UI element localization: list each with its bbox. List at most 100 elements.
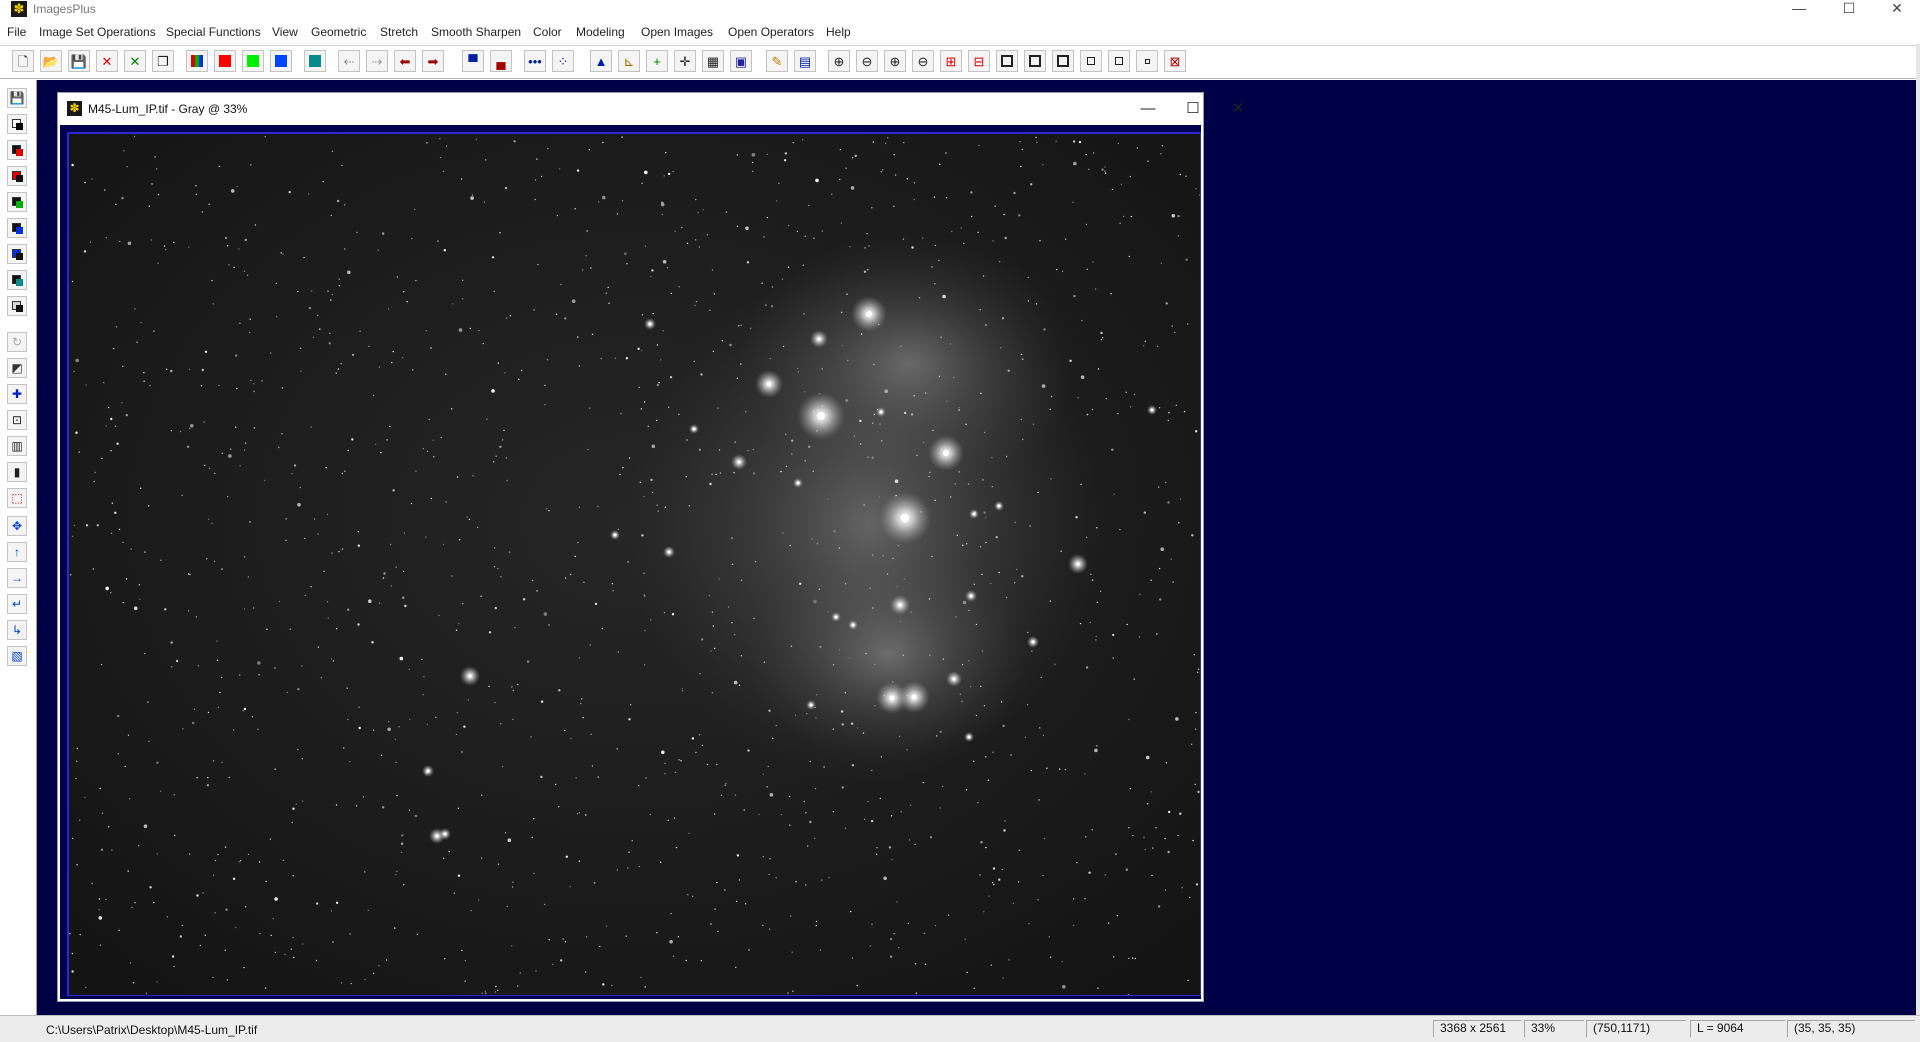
close-green-x-icon[interactable]: ✕: [124, 50, 146, 72]
workspace-scroll-edge[interactable]: [1916, 44, 1920, 1015]
image-maximize-button[interactable]: ☐: [1173, 97, 1213, 121]
star: [261, 380, 263, 382]
star: [154, 156, 156, 158]
zoom-in-icon[interactable]: ⊕: [828, 50, 850, 72]
crosshair-icon[interactable]: ✛: [674, 50, 696, 72]
star-plus-icon[interactable]: ✚: [7, 384, 27, 404]
image-window[interactable]: ✽ M45-Lum_IP.tif - Gray @ 33% — ☐ ✕: [57, 92, 1244, 1002]
box-tiny-icon[interactable]: [1136, 50, 1158, 72]
dots-line-icon[interactable]: •••: [524, 50, 546, 72]
image-close-button[interactable]: ✕: [1218, 97, 1258, 121]
save-all-icon[interactable]: 💾: [7, 88, 27, 108]
star: [1159, 598, 1162, 601]
star: [864, 247, 866, 249]
stack-bottom-icon[interactable]: ▄: [490, 50, 512, 72]
box-smaller-icon[interactable]: [1108, 50, 1130, 72]
star: [1175, 717, 1179, 721]
menu-view[interactable]: View: [272, 25, 298, 39]
rgb-channels-icon[interactable]: [186, 50, 208, 72]
gradient-icon[interactable]: ◩: [7, 358, 27, 378]
open-folder-icon[interactable]: 📂: [40, 50, 62, 72]
info-panel-icon[interactable]: ▧: [7, 646, 27, 666]
new-file-icon[interactable]: 🗋: [12, 50, 34, 72]
filter-panel-icon[interactable]: ▤: [794, 50, 816, 72]
frame-select-icon[interactable]: ⊡: [7, 410, 27, 430]
zoom-out-alt-icon[interactable]: ⊖: [912, 50, 934, 72]
menu-geometric[interactable]: Geometric: [311, 25, 366, 39]
teal-layer-icon[interactable]: [304, 50, 326, 72]
arrow-right-icon[interactable]: ➡: [422, 50, 444, 72]
box-medium-icon[interactable]: [1052, 50, 1074, 72]
app-minimize-button[interactable]: —: [1776, 0, 1822, 18]
green-channel-icon[interactable]: [242, 50, 264, 72]
blue-channel-icon[interactable]: [270, 50, 292, 72]
star: [160, 790, 162, 792]
swap-black-red-icon[interactable]: [7, 140, 27, 160]
box-large-alt-icon[interactable]: [1024, 50, 1046, 72]
add-point-icon[interactable]: +: [646, 50, 668, 72]
zoom-out-icon[interactable]: ⊖: [856, 50, 878, 72]
zoom-max-icon[interactable]: ⊞: [940, 50, 962, 72]
copy-images-icon[interactable]: ❐: [152, 50, 174, 72]
return-left-icon[interactable]: ↵: [7, 594, 27, 614]
zoom-min-icon[interactable]: ⊟: [968, 50, 990, 72]
menu-color[interactable]: Color: [533, 25, 562, 39]
swap-black-red2-icon[interactable]: [7, 166, 27, 186]
image-minimize-button[interactable]: —: [1128, 97, 1168, 121]
box-large-icon[interactable]: [996, 50, 1018, 72]
swap-black-blue-icon[interactable]: [7, 218, 27, 238]
red-channel-icon[interactable]: [214, 50, 236, 72]
crop-select-icon[interactable]: ⬚: [7, 488, 27, 508]
star: [993, 883, 995, 886]
menu-image-set-operations[interactable]: Image Set Operations: [39, 25, 156, 39]
arrow-left-icon[interactable]: ⬅: [394, 50, 416, 72]
menu-special-functions[interactable]: Special Functions: [166, 25, 261, 39]
app-close-button[interactable]: ✕: [1874, 0, 1920, 18]
dots-graph-icon[interactable]: ⁘: [552, 50, 574, 72]
curve-graph-icon[interactable]: ⊾: [618, 50, 640, 72]
arrow-right-blue-icon[interactable]: →: [7, 568, 27, 588]
app-maximize-button[interactable]: ☐: [1826, 0, 1872, 18]
arrow-right-light-icon[interactable]: ⇢: [366, 50, 388, 72]
grid-panel-icon[interactable]: ▦: [702, 50, 724, 72]
star: [975, 714, 978, 717]
star: [254, 224, 257, 226]
fit-window-icon[interactable]: ⊠: [1164, 50, 1186, 72]
menu-stretch[interactable]: Stretch: [380, 25, 418, 39]
pencil-icon[interactable]: ✎: [766, 50, 788, 72]
close-red-x-icon[interactable]: ✕: [96, 50, 118, 72]
star: [347, 449, 349, 452]
menu-open-images[interactable]: Open Images: [641, 25, 713, 39]
star: [832, 810, 835, 813]
menu-modeling[interactable]: Modeling: [576, 25, 625, 39]
menu-open-operators[interactable]: Open Operators: [728, 25, 814, 39]
star: [656, 419, 658, 422]
astro-image-canvas[interactable]: [69, 134, 1200, 995]
undo-disabled-icon[interactable]: ↻: [7, 332, 27, 352]
menu-file[interactable]: File: [7, 25, 26, 39]
swap-black-green-icon[interactable]: [7, 192, 27, 212]
swap-black-teal-icon[interactable]: [7, 270, 27, 290]
histogram-icon[interactable]: ▲: [590, 50, 612, 72]
black-bar-icon[interactable]: ▮: [7, 462, 27, 482]
palette-panel-icon[interactable]: ▣: [730, 50, 752, 72]
image-window-titlebar[interactable]: ✽ M45-Lum_IP.tif - Gray @ 33% — ☐ ✕: [58, 93, 1244, 125]
arrow-up-icon[interactable]: ↑: [7, 542, 27, 562]
menu-smooth-sharpen[interactable]: Smooth Sharpen: [431, 25, 521, 39]
star: [1117, 142, 1120, 145]
columns-icon[interactable]: ▥: [7, 436, 27, 456]
star: [171, 666, 173, 668]
swap-gray-black-icon[interactable]: [7, 296, 27, 316]
move-cross-icon[interactable]: ✥: [7, 516, 27, 536]
box-small-icon[interactable]: [1080, 50, 1102, 72]
swap-white-black-icon[interactable]: [7, 114, 27, 134]
return-down-icon[interactable]: ↳: [7, 620, 27, 640]
zoom-in-alt-icon[interactable]: ⊕: [884, 50, 906, 72]
star: [212, 976, 214, 979]
save-icon[interactable]: 💾: [68, 50, 90, 72]
menu-help[interactable]: Help: [826, 25, 851, 39]
star: [1144, 848, 1146, 851]
swap-blue-black-icon[interactable]: [7, 244, 27, 264]
stack-top-icon[interactable]: ▀: [462, 50, 484, 72]
arrow-left-light-icon[interactable]: ⇠: [338, 50, 360, 72]
